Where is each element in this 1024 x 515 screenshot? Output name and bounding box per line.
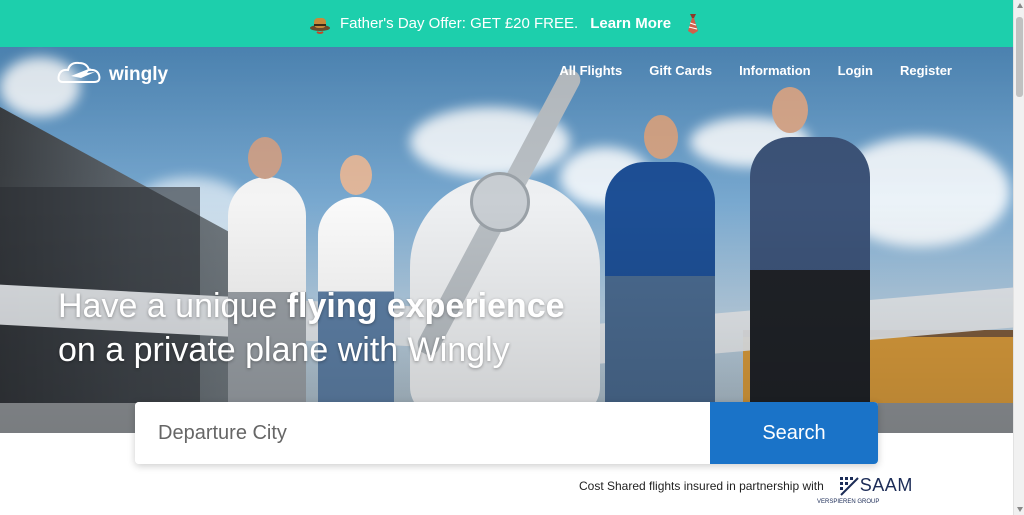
- nav-all-flights[interactable]: All Flights: [559, 63, 622, 78]
- saam-logo-icon: [839, 477, 859, 496]
- headline-bold: flying experience: [286, 287, 565, 325]
- nav-information[interactable]: Information: [739, 63, 811, 78]
- hero-headline: Have a unique flying experience on a pri…: [58, 285, 565, 373]
- page-scrollbar[interactable]: [1013, 0, 1024, 515]
- nav-register[interactable]: Register: [900, 63, 952, 78]
- logo-text: wingly: [109, 63, 169, 85]
- main-nav: All Flights Gift Cards Information Login…: [532, 63, 952, 78]
- headline-line-1: Have a unique flying experience: [58, 287, 565, 325]
- hero-banner: [0, 47, 1013, 433]
- insurance-text: Cost Shared flights insured in partnersh…: [579, 479, 824, 493]
- departure-city-input[interactable]: [135, 402, 710, 464]
- promo-bar: Father's Day Offer: GET £20 FREE. Learn …: [0, 0, 1013, 47]
- wingly-logo[interactable]: wingly: [57, 58, 168, 91]
- tie-icon: [681, 12, 705, 36]
- scroll-down-arrow-icon[interactable]: [1017, 507, 1023, 512]
- saam-logo: SAAM VERSPIEREN GROUP: [817, 475, 913, 505]
- promo-learn-more-link[interactable]: Learn More: [590, 15, 671, 32]
- search-box: Search: [135, 402, 878, 464]
- nav-gift-cards[interactable]: Gift Cards: [649, 63, 712, 78]
- search-button[interactable]: Search: [710, 402, 878, 464]
- nav-login[interactable]: Login: [838, 63, 873, 78]
- headline-line-2: on a private plane with Wingly: [58, 331, 510, 369]
- scrollbar-thumb[interactable]: [1016, 17, 1023, 97]
- plane-cloud-logo-icon: [57, 58, 103, 91]
- hat-icon: [308, 12, 332, 36]
- scroll-up-arrow-icon[interactable]: [1017, 3, 1023, 8]
- promo-text: Father's Day Offer: GET £20 FREE.: [339, 15, 579, 32]
- insurance-note: Cost Shared flights insured in partnersh…: [579, 475, 913, 505]
- saam-logo-subtext: VERSPIEREN GROUP: [817, 499, 880, 505]
- saam-logo-text: SAAM: [859, 475, 913, 495]
